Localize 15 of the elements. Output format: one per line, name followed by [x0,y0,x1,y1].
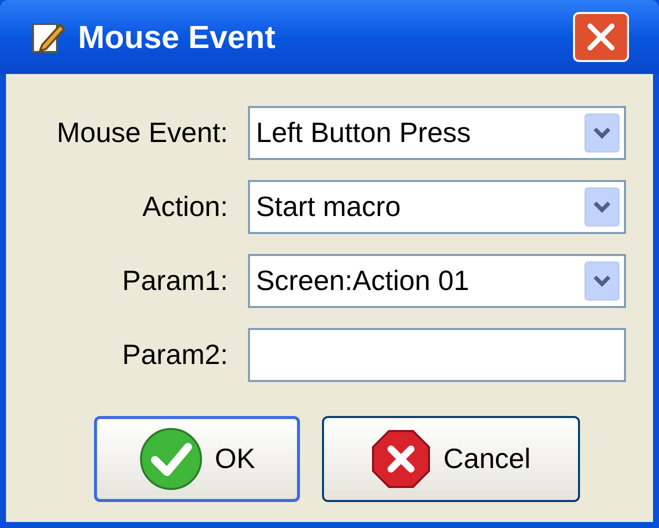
close-icon [586,22,616,52]
check-icon [138,427,203,491]
dropdown[interactable]: Start macro [248,180,626,234]
field-label: Param2: [121,338,228,372]
window-title: Mouse Event [78,18,276,57]
input-field[interactable] [248,328,626,382]
field-label: Param1: [121,264,228,298]
dropdown[interactable]: Screen:Action 01 [248,254,626,308]
cancel-button[interactable]: Cancel [322,416,580,502]
stop-x-icon [371,429,432,489]
dropdown[interactable]: Left Button Press [248,106,626,160]
close-button[interactable] [573,12,629,62]
field-label: Mouse Event: [56,116,228,150]
ok-button[interactable]: OK [94,416,300,502]
field-label: Action: [141,190,228,224]
